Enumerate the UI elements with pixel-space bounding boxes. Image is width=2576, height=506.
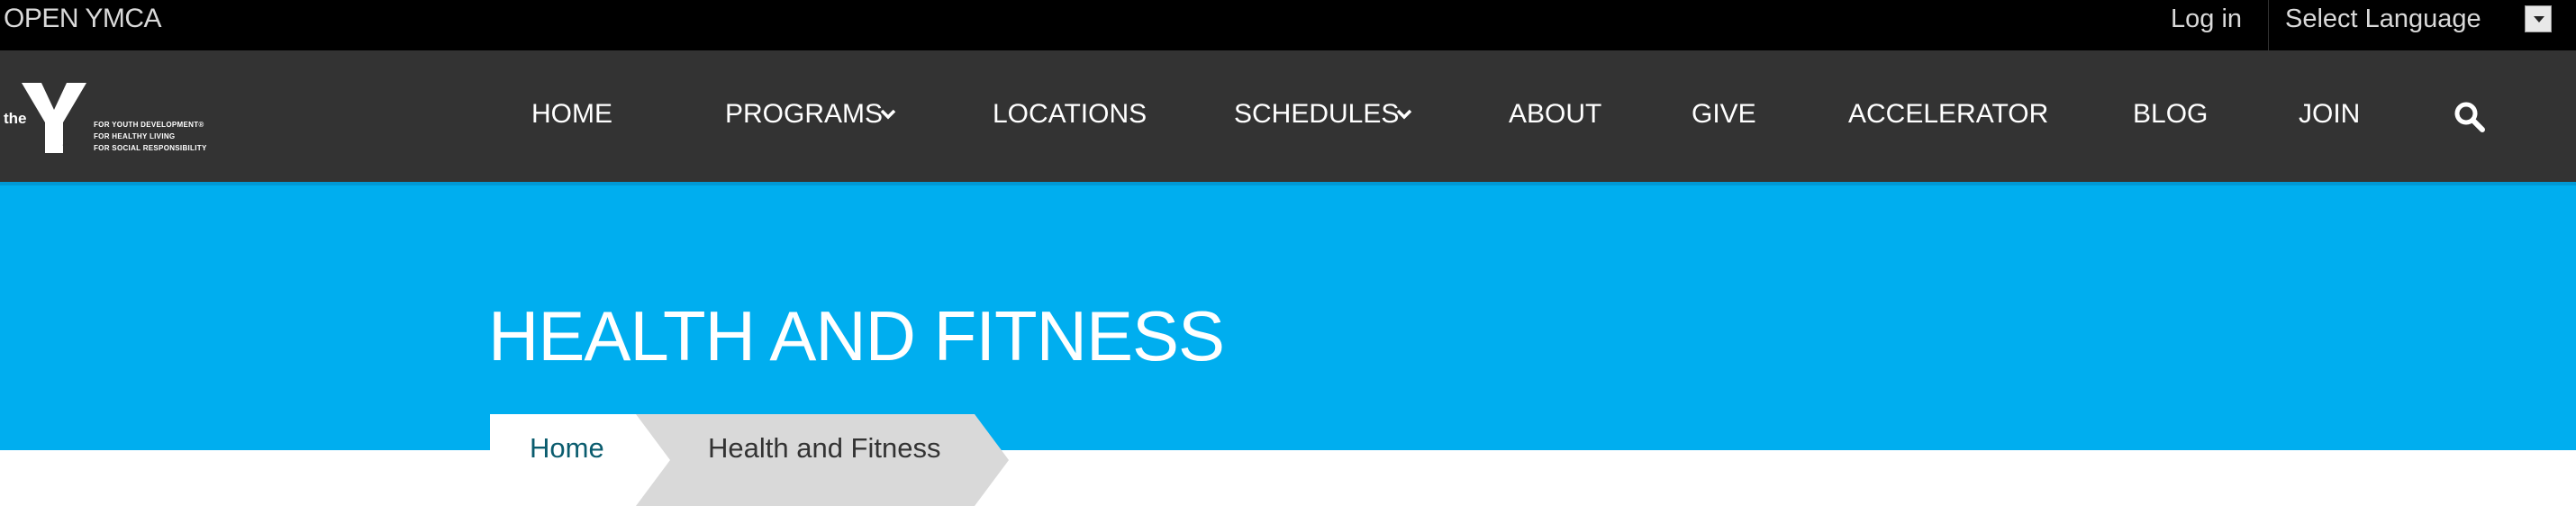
dropdown-arrow-icon[interactable]: [2525, 5, 2552, 32]
nav-blog-label: BLOG: [2133, 99, 2209, 129]
language-select[interactable]: Select Language: [2268, 0, 2576, 50]
nav-programs-label: PROGRAMS: [725, 99, 884, 129]
breadcrumb-current-label: Health and Fitness: [708, 432, 941, 464]
search-icon[interactable]: [2454, 102, 2485, 132]
nav-locations-label: LOCATIONS: [993, 99, 1147, 129]
nav-join-label: JOIN: [2299, 99, 2361, 129]
logo-ymca-small: Y: [61, 140, 73, 149]
language-select-label: Select Language: [2285, 5, 2481, 33]
login-link[interactable]: Log in: [2171, 0, 2242, 38]
nav-schedules-label: SCHEDULES: [1234, 99, 1400, 129]
nav-accelerator-label: ACCELERATOR: [1848, 99, 2049, 129]
chevron-down-icon: [1396, 109, 1412, 120]
top-utility-bar: OPEN YMCA Log in Select Language: [0, 0, 2576, 50]
breadcrumb-home-label[interactable]: Home: [530, 432, 604, 465]
logo-tagline-2: FOR HEALTHY LIVING: [94, 132, 176, 140]
breadcrumb-current: Health and Fitness: [636, 414, 1009, 506]
logo-tagline-3: FOR SOCIAL RESPONSIBILITY: [94, 144, 207, 152]
nav-home-label: HOME: [531, 99, 612, 129]
nav-give-label: GIVE: [1692, 99, 1756, 129]
hero-banner: [0, 182, 2576, 450]
ymca-y-logo-icon: Y: [22, 83, 86, 153]
breadcrumb-home[interactable]: Home: [490, 414, 638, 506]
logo-tagline-1: FOR YOUTH DEVELOPMENT®: [94, 121, 204, 129]
nav-about-label: ABOUT: [1509, 99, 1602, 129]
page-title: HEALTH AND FITNESS: [488, 296, 1225, 375]
chevron-down-icon: [880, 109, 896, 120]
